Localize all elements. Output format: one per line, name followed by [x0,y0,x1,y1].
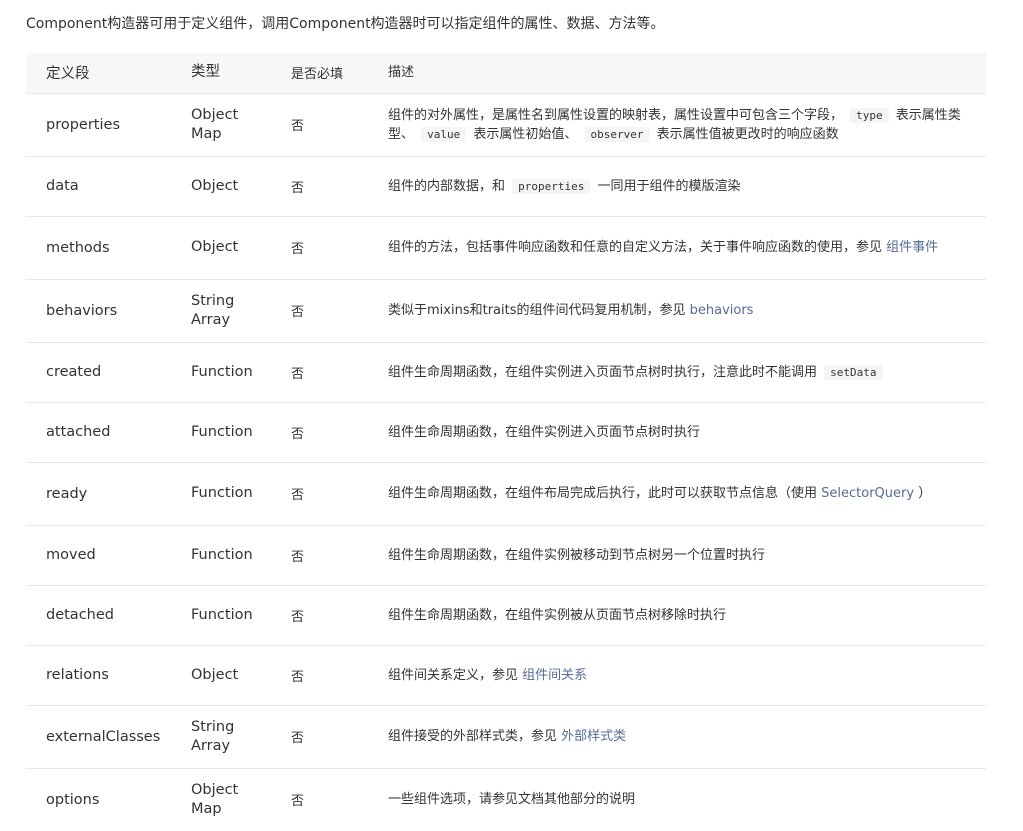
description-cell: 组件生命周期函数，在组件实例被从页面节点树移除时执行 [388,584,986,645]
description-text: 组件生命周期函数，在组件实例被从页面节点树移除时执行 [388,607,727,623]
field-type-cell: Function [191,524,291,585]
table-row: externalClasses String Array 否组件接受的外部样式类，参… [26,704,986,768]
inline-code: observer [584,126,650,142]
description-cell: 类似于mixins和traits的组件间代码复用机制，参见 behaviors [388,278,986,342]
doc-link[interactable]: SelectorQuery [821,486,914,501]
field-name-cell: detached [26,584,191,645]
table-header-row: 定义段 类型 是否必填 描述 [26,53,986,93]
field-name-cell: behaviors [26,278,191,342]
description-text: 组件生命周期函数，在组件实例进入页面节点树时执行，注意此时不能调用 [388,364,822,380]
description-text: 表示属性值被更改时的响应函数 [652,126,839,142]
description-text: 一些组件选项，请参见文档其他部分的说明 [388,792,636,808]
inline-code: properties [512,178,591,194]
required-cell: 否 [291,155,388,216]
field-type-cell: Object Map [191,767,291,831]
header-required: 是否必填 [291,67,344,83]
description-text: 组件接受的外部样式类，参见 [388,729,562,744]
table-row: data Object 否组件的内部数据，和 properties 一同用于组件的模… [26,155,986,216]
required-cell: 否 [291,461,388,525]
field-type-cell: Object [191,155,291,216]
header-description: 描述 [388,65,415,81]
table-row: attached Function 否组件生命周期函数，在组件实例进入页面节点树时执… [26,401,986,462]
doc-link[interactable]: 组件事件 [886,240,938,255]
field-type-cell: Object Map [191,92,291,156]
description-cell: 组件的内部数据，和 properties 一同用于组件的模版渲染 [388,155,986,216]
field-type-cell: Function [191,401,291,462]
table-row: properties Object Map 否组件的对外属性，是属性名到属性设置的映… [26,92,986,156]
description-text: 组件生命周期函数，在组件布局完成后执行，此时可以获取节点信息（使用 [388,486,822,501]
field-type-cell: String Array [191,278,291,342]
table-row: ready Function 否组件生命周期函数，在组件布局完成后执行，此时可以获取… [26,461,986,525]
inline-code: type [850,107,889,123]
description-cell: 组件间关系定义，参见 组件间关系 [388,644,986,705]
table-row: behaviors String Array 否类似于mixins和traits的组… [26,278,986,342]
field-type-cell: Function [191,341,291,402]
field-name-cell: relations [26,644,191,705]
required-cell: 否 [291,524,388,585]
field-type-cell: String Array [191,704,291,768]
field-name-cell: moved [26,524,191,585]
doc-link[interactable]: 组件间关系 [522,668,587,683]
description-text: 组件间关系定义，参见 [388,667,523,683]
field-name-cell: ready [26,461,191,525]
doc-link[interactable]: 外部样式类 [561,729,626,744]
table-row: detached Function 否组件生命周期函数，在组件实例被从页面节点树移除… [26,584,986,645]
description-text: 组件生命周期函数，在组件实例进入页面节点树时执行 [388,424,701,440]
description-text: 组件生命周期函数，在组件实例被移动到节点树另一个位置时执行 [388,547,766,563]
header-field: 定义段 [46,66,90,83]
required-cell: 否 [291,584,388,645]
description-cell: 组件生命周期函数，在组件实例进入页面节点树时执行，注意此时不能调用 setDat… [388,341,986,402]
doc-link[interactable]: behaviors [690,303,754,318]
field-name-cell: externalClasses [26,704,191,768]
field-type-cell: Function [191,584,291,645]
required-cell: 否 [291,767,388,831]
field-name-cell: properties [26,92,191,156]
table-row: moved Function 否组件生命周期函数，在组件实例被移动到节点树另一个位置… [26,524,986,585]
table-row: relations Object 否组件间关系定义，参见 组件间关系 [26,644,986,705]
required-cell: 否 [291,92,388,156]
field-type-cell: Function [191,461,291,525]
description-cell: 组件生命周期函数，在组件布局完成后执行，此时可以获取节点信息（使用 Select… [388,461,986,525]
field-name-cell: methods [26,215,191,279]
description-text: 一同用于组件的模版渲染 [593,178,741,194]
intro-text: Component构造器可用于定义组件，调用Component构造器时可以指定组… [26,16,665,32]
required-cell: 否 [291,341,388,402]
required-cell: 否 [291,644,388,705]
description-text: 组件的内部数据，和 [388,178,510,194]
description-cell: 组件生命周期函数，在组件实例被移动到节点树另一个位置时执行 [388,524,986,585]
required-cell: 否 [291,704,388,768]
description-text: ） [914,486,932,501]
field-name-cell: attached [26,401,191,462]
description-text: 组件的方法，包括事件响应函数和任意的自定义方法，关于事件响应函数的使用，参见 [388,240,887,255]
required-cell: 否 [291,278,388,342]
field-type-cell: Object [191,215,291,279]
description-text: 组件的对外属性，是属性名到属性设置的映射表，属性设置中可包含三个字段， [388,107,848,123]
inline-code: value [421,126,467,142]
description-cell: 组件生命周期函数，在组件实例进入页面节点树时执行 [388,401,986,462]
description-cell: 组件的对外属性，是属性名到属性设置的映射表，属性设置中可包含三个字段， type… [388,92,986,156]
description-cell: 组件的方法，包括事件响应函数和任意的自定义方法，关于事件响应函数的使用，参见 组… [388,215,986,279]
field-type-cell: Object [191,644,291,705]
field-name-cell: created [26,341,191,402]
required-cell: 否 [291,215,388,279]
field-name-cell: data [26,155,191,216]
table-row: methods Object 否组件的方法，包括事件响应函数和任意的自定义方法，关于… [26,215,986,279]
component-definition-table: 定义段 类型 是否必填 描述 properties Object Map 否组件的对… [26,53,986,831]
description-cell: 一些组件选项，请参见文档其他部分的说明 [388,767,986,831]
table-row: options Object Map 否一些组件选项，请参见文档其他部分的说明 [26,767,986,831]
table-row: created Function 否组件生命周期函数，在组件实例进入页面节点树时执行… [26,341,986,402]
inline-code: setData [824,364,883,380]
description-text: 表示属性初始值、 [469,126,582,142]
field-name-cell: options [26,767,191,831]
header-type: 类型 [191,64,220,81]
required-cell: 否 [291,401,388,462]
description-cell: 组件接受的外部样式类，参见 外部样式类 [388,704,986,768]
description-text: 类似于mixins和traits的组件间代码复用机制，参见 [388,303,690,318]
